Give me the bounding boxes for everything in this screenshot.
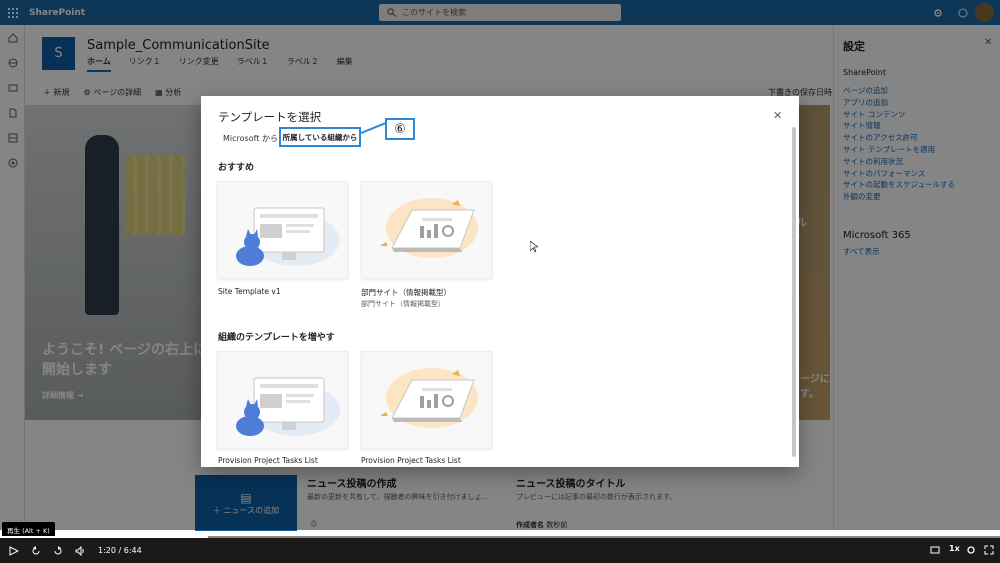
tablet-chart-illustration xyxy=(380,198,478,258)
dialog-close-icon[interactable]: ✕ xyxy=(773,109,782,122)
template-card-site-template[interactable] xyxy=(217,181,348,279)
template-dialog: テンプレートを選択 ✕ Microsoft から 所属している組織から ⑥ おす… xyxy=(201,96,799,467)
fullscreen-icon[interactable] xyxy=(984,545,994,558)
recommended-title: おすすめ xyxy=(218,163,255,173)
dialog-scrollbar[interactable] xyxy=(792,127,796,457)
rewind-icon[interactable] xyxy=(28,543,44,559)
monitor-cat-illustration xyxy=(236,377,340,436)
callout-connector xyxy=(360,122,386,134)
forward-icon[interactable] xyxy=(50,543,66,559)
template-card-department-site[interactable] xyxy=(361,181,492,279)
mouse-cursor-icon xyxy=(530,241,538,253)
template-card-project-tasks-2[interactable] xyxy=(361,351,492,449)
player-settings-icon[interactable] xyxy=(966,545,976,558)
card-label-site-template: Site Template v1 xyxy=(218,287,281,296)
tab-microsoft[interactable]: Microsoft から xyxy=(223,133,278,144)
playback-speed[interactable]: 1x xyxy=(949,544,960,553)
tab-organization[interactable]: 所属している組織から xyxy=(279,127,361,147)
template-card-project-tasks-1[interactable] xyxy=(217,351,348,449)
grow-templates-title: 組織のテンプレートを増やす xyxy=(218,333,335,343)
volume-icon[interactable] xyxy=(72,543,88,559)
player-controls: 1:20 / 6:44 xyxy=(0,538,1000,563)
playback-time: 1:20 / 6:44 xyxy=(98,546,142,555)
dialog-title: テンプレートを選択 xyxy=(218,110,322,124)
step-callout: ⑥ xyxy=(385,118,415,140)
monitor-cat-illustration xyxy=(236,207,340,266)
card-label-project-tasks-2: Provision Project Tasks List xyxy=(361,456,461,465)
card-sub-department-site: 部門サイト（情報掲載型） xyxy=(361,300,445,308)
play-icon[interactable] xyxy=(6,543,22,559)
captions-icon[interactable] xyxy=(930,545,940,558)
card-label-project-tasks-1: Provision Project Tasks List xyxy=(218,456,318,465)
tablet-chart-illustration xyxy=(380,368,478,428)
card-label-department-site: 部門サイト（情報掲載型） xyxy=(361,288,451,297)
